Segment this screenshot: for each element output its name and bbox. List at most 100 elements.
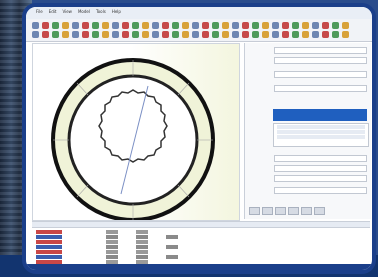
panel-button[interactable] (262, 207, 273, 215)
toolbar-icon[interactable] (92, 31, 99, 38)
menu-model[interactable]: Model (78, 9, 90, 15)
toolbar-icon[interactable] (272, 31, 279, 38)
toolbar-icon[interactable] (152, 31, 159, 38)
menu-edit[interactable]: Edit (49, 9, 57, 15)
table-row[interactable] (36, 235, 356, 239)
toolbar-icon[interactable] (82, 31, 89, 38)
toolbar-icon[interactable] (202, 31, 209, 38)
toolbar-icon[interactable] (322, 22, 329, 29)
menu-view[interactable]: View (62, 9, 72, 15)
toolbar-icon[interactable] (252, 31, 259, 38)
toolbar-icon[interactable] (342, 22, 349, 29)
toolbar-icon[interactable] (122, 22, 129, 29)
toolbar-icon[interactable] (232, 31, 239, 38)
toolbar-icon[interactable] (292, 22, 299, 29)
toolbar-icon[interactable] (52, 22, 59, 29)
property-row (249, 154, 367, 162)
toolbar-icon[interactable] (262, 31, 269, 38)
panel-button[interactable] (275, 207, 286, 215)
selected-item[interactable] (273, 109, 367, 121)
toolbar-icon[interactable] (202, 22, 209, 29)
toolbar-icon[interactable] (272, 22, 279, 29)
menu-tools[interactable]: Tools (96, 9, 106, 15)
toolbar-icon[interactable] (132, 22, 139, 29)
toolbar-icon[interactable] (242, 31, 249, 38)
toolbar-icon[interactable] (322, 31, 329, 38)
property-field[interactable] (274, 84, 367, 92)
toolbar-icon[interactable] (222, 22, 229, 29)
property-field[interactable] (274, 186, 367, 194)
panel-button[interactable] (301, 207, 312, 215)
toolbar-icon[interactable] (192, 22, 199, 29)
toolbar-icon[interactable] (102, 22, 109, 29)
panel-button[interactable] (249, 207, 260, 215)
table-row[interactable] (36, 255, 356, 259)
toolbar-icon[interactable] (32, 31, 39, 38)
toolbar-icon[interactable] (102, 31, 109, 38)
toolbar-icon[interactable] (112, 22, 119, 29)
toolbar-icon[interactable] (222, 31, 229, 38)
toolbar-icon[interactable] (162, 31, 169, 38)
toolbar-icon[interactable] (122, 31, 129, 38)
toolbar-icon[interactable] (42, 22, 49, 29)
toolbar-icon[interactable] (152, 22, 159, 29)
status-bar (26, 264, 372, 270)
toolbar-icon[interactable] (282, 22, 289, 29)
property-field[interactable] (274, 56, 367, 64)
toolbar-icon[interactable] (112, 31, 119, 38)
table-row[interactable] (36, 245, 356, 249)
toolbar-icon[interactable] (342, 31, 349, 38)
toolbar-icon[interactable] (72, 22, 79, 29)
toolbar-icon[interactable] (82, 22, 89, 29)
toolbar-icon[interactable] (142, 22, 149, 29)
table-row[interactable] (36, 240, 356, 244)
toolbar-icon[interactable] (282, 31, 289, 38)
toolbar-icon[interactable] (182, 31, 189, 38)
table-row[interactable] (36, 230, 356, 234)
toolbar-icon[interactable] (182, 22, 189, 29)
toolbar-icon[interactable] (252, 22, 259, 29)
toolbar-icon[interactable] (162, 22, 169, 29)
list-item[interactable] (277, 130, 365, 134)
toolbar-icon[interactable] (72, 31, 79, 38)
toolbar-icon[interactable] (62, 22, 69, 29)
menu-help[interactable]: Help (112, 9, 121, 15)
toolbar-icon[interactable] (192, 31, 199, 38)
toolbar-icon[interactable] (212, 22, 219, 29)
toolbar-icon[interactable] (262, 22, 269, 29)
toolbar-icon[interactable] (132, 31, 139, 38)
table-row[interactable] (36, 250, 356, 254)
toolbar-icon[interactable] (312, 31, 319, 38)
toolbar-icon[interactable] (92, 22, 99, 29)
property-field[interactable] (274, 46, 367, 54)
panel-button[interactable] (314, 207, 325, 215)
panel-button[interactable] (288, 207, 299, 215)
toolbar-icon[interactable] (302, 22, 309, 29)
toolbar-icon[interactable] (242, 22, 249, 29)
toolbar-icon[interactable] (142, 31, 149, 38)
toolbar-icon[interactable] (42, 31, 49, 38)
toolbar-row-2 (32, 31, 349, 38)
toolbar-icon[interactable] (62, 31, 69, 38)
list-item[interactable] (277, 125, 365, 129)
toolbar-icon[interactable] (172, 31, 179, 38)
property-field[interactable] (274, 174, 367, 182)
list-item[interactable] (277, 135, 365, 139)
property-field[interactable] (274, 70, 367, 78)
model-canvas[interactable] (32, 43, 240, 221)
toolbar-icon[interactable] (312, 22, 319, 29)
toolbar-icon[interactable] (32, 22, 39, 29)
toolbar-icon[interactable] (332, 22, 339, 29)
toolbar-icon[interactable] (52, 31, 59, 38)
toolbar-icon[interactable] (232, 22, 239, 29)
menu-file[interactable]: File (36, 9, 43, 15)
ring-drawing (51, 58, 215, 220)
toolbar-icon[interactable] (212, 31, 219, 38)
item-list[interactable] (273, 123, 369, 147)
property-field[interactable] (274, 164, 367, 172)
toolbar-icon[interactable] (172, 22, 179, 29)
toolbar-icon[interactable] (332, 31, 339, 38)
property-field[interactable] (274, 154, 367, 162)
toolbar-icon[interactable] (292, 31, 299, 38)
toolbar-icon[interactable] (302, 31, 309, 38)
